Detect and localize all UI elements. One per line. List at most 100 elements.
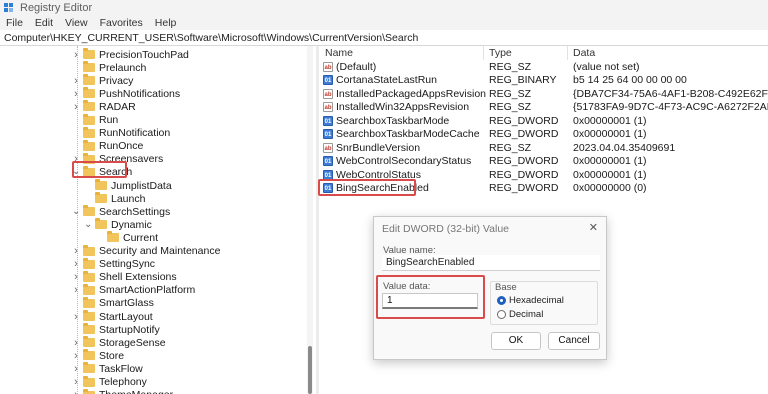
tree-item[interactable]: › SmartActionPlatform [72,283,196,297]
chevron-down-icon[interactable]: ⌄ [84,219,92,229]
tree-item-label: TaskFlow [99,362,143,375]
chevron-right-icon[interactable]: › [72,389,80,394]
tree-item[interactable]: › StartLayout [72,310,153,323]
chevron-right-icon[interactable]: › [72,75,80,87]
decimal-label[interactable]: Decimal [509,309,543,320]
tree-item-label: StorageSense [99,336,166,349]
chevron-right-icon[interactable]: › [72,88,80,100]
tree-item-label: StartupNotify [99,323,160,336]
tree-scrollbar-thumb[interactable] [308,346,312,394]
tree-item[interactable]: › SettingSync [72,257,155,271]
tree-item[interactable]: Run [72,113,118,127]
values-list-header: Name Type Data [319,46,768,60]
menu-help[interactable]: Help [155,17,177,29]
tree-item[interactable]: › RADAR [72,100,136,113]
tree-item[interactable]: › PushNotifications [72,87,180,100]
value-type: REG_SZ [489,101,532,114]
value-name: InstalledWin32AppsRevision [336,101,470,114]
value-row[interactable]: 01 WebControlSecondaryStatus REG_DWORD 0x00… [319,155,768,168]
chevron-right-icon[interactable]: › [72,350,80,362]
chevron-right-icon[interactable]: › [72,284,80,296]
chevron-right-icon[interactable]: › [72,363,80,375]
tree-item[interactable]: RunNotification [72,126,170,140]
hexadecimal-radio[interactable] [497,296,506,305]
search-key-highlight [72,161,127,178]
column-header-data[interactable]: Data [573,47,595,59]
tree-guide-line [77,46,78,394]
key-tree: › PrecisionTouchPad Prelaunch › Privacy › Push… [0,46,316,394]
folder-icon [83,323,95,335]
chevron-right-icon[interactable]: › [72,258,80,270]
tree-item[interactable]: › Shell Extensions [72,270,177,284]
tree-item[interactable]: JumplistData [84,179,172,192]
tree-item[interactable]: › PrecisionTouchPad [72,48,189,61]
registry-editor-icon [4,3,14,13]
menu-view[interactable]: View [65,17,88,29]
value-row[interactable]: ab InstalledPackagedAppsRevision REG_SZ {DB… [319,88,768,101]
folder-icon [95,192,107,204]
value-data: {DBA7CF34-75A6-4AF1-B208-C492E62F08F8} [573,87,768,100]
value-row[interactable]: ab (Default) REG_SZ (value not set) [319,61,768,74]
tree-item[interactable]: StartupNotify [72,323,160,336]
folder-icon [83,388,95,394]
value-type: REG_DWORD [489,168,559,181]
decimal-radio[interactable] [497,310,506,319]
tree-item[interactable]: › StorageSense [72,336,166,349]
column-header-type[interactable]: Type [489,47,512,59]
chevron-right-icon[interactable]: › [72,311,80,323]
tree-item[interactable]: › Store [72,349,124,362]
column-header-name[interactable]: Name [325,47,353,59]
chevron-right-icon[interactable]: › [72,337,80,349]
folder-icon [83,244,95,256]
tree-scrollbar[interactable] [307,46,313,394]
tree-item-label: SearchSettings [99,205,171,218]
value-row[interactable]: ab InstalledWin32AppsRevision REG_SZ {51783… [319,101,768,114]
tree-item-label: PrecisionTouchPad [99,48,189,61]
tree-item[interactable]: Current [96,231,158,244]
value-row[interactable]: 01 SearchboxTaskbarMode REG_DWORD 0x0000000… [319,115,768,128]
folder-icon [83,310,95,321]
close-icon[interactable]: ✕ [589,221,598,234]
tree-item[interactable]: Prelaunch [72,61,146,74]
tree-item[interactable]: › ThemeManager [72,388,173,394]
tree-item[interactable]: SmartGlass [72,296,154,310]
tree-item-label: Telephony [99,376,147,388]
chevron-right-icon[interactable]: › [72,101,80,113]
tree-item[interactable]: RunOnce [72,139,143,153]
tree-item-label: SmartActionPlatform [99,284,196,297]
tree-item[interactable]: ⌄ SearchSettings [72,205,170,218]
value-name: SearchboxTaskbarMode [336,114,450,127]
binary-value-icon: 01 [323,129,333,140]
value-row[interactable]: 01 CortanaStateLastRun REG_BINARY b5 14 25 … [319,74,768,87]
value-row[interactable]: 01 SearchboxTaskbarModeCache REG_DWORD 0x00… [319,128,768,141]
chevron-right-icon[interactable]: › [72,271,80,283]
tree-item-label: Prelaunch [99,61,147,74]
tree-item[interactable]: Launch [84,192,145,205]
tree-item[interactable]: ⌄ Dynamic [84,218,152,231]
tree-item-label: Shell Extensions [99,271,177,284]
menu-edit[interactable]: Edit [35,17,53,29]
tree-item[interactable]: › Telephony [72,375,147,389]
folder-icon [83,113,95,125]
ok-button[interactable]: OK [491,332,541,350]
value-row[interactable]: ab SnrBundleVersion REG_SZ 2023.04.04.35409… [319,142,768,155]
bing-value-highlight [318,179,416,196]
address-path: Computer\HKEY_CURRENT_USER\Software\Micr… [4,31,419,44]
hexadecimal-label[interactable]: Hexadecimal [509,295,564,306]
value-data: 0x00000001 (1) [573,168,647,181]
tree-item-label: JumplistData [111,179,172,192]
tree-item[interactable]: › Privacy [72,74,133,87]
value-data: b5 14 25 64 00 00 00 00 [573,74,687,87]
folder-icon [107,231,119,243]
chevron-right-icon[interactable]: › [72,49,80,61]
menu-favorites[interactable]: Favorites [100,17,143,29]
tree-item[interactable]: › TaskFlow [72,362,143,375]
cancel-button[interactable]: Cancel [548,332,600,350]
chevron-right-icon[interactable]: › [72,376,80,388]
tree-item[interactable]: › Security and Maintenance [72,244,220,258]
menu-file[interactable]: File [6,17,23,29]
value-data-highlight [376,275,485,319]
chevron-right-icon[interactable]: › [72,245,80,257]
address-bar[interactable]: Computer\HKEY_CURRENT_USER\Software\Micr… [0,30,768,46]
chevron-down-icon[interactable]: ⌄ [72,206,80,216]
